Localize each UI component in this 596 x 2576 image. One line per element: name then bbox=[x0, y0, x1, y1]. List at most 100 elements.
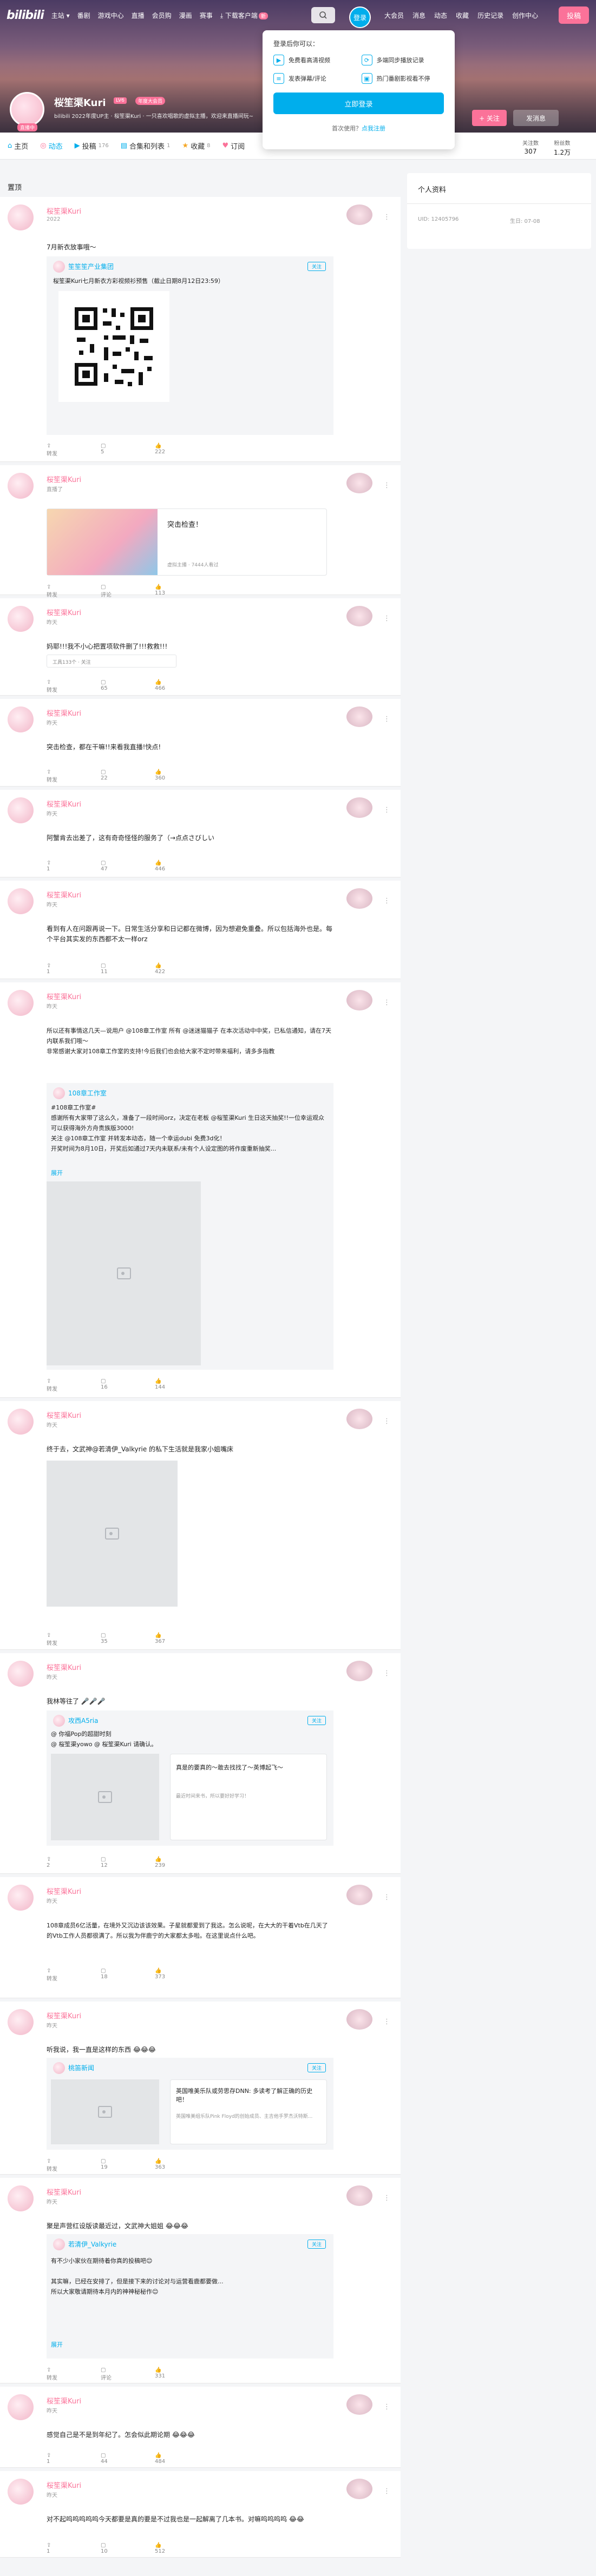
avatar[interactable] bbox=[8, 706, 34, 732]
like-button[interactable]: 👍 144 bbox=[155, 1378, 209, 1392]
post-author[interactable]: 桜笙渠Kuri bbox=[47, 1662, 81, 1672]
tab-collection[interactable]: ▤ 合集和列表 1 bbox=[121, 141, 171, 151]
share-button[interactable]: ⇪ 转发 bbox=[47, 1378, 101, 1392]
avatar[interactable] bbox=[8, 2394, 34, 2420]
follow-tag[interactable]: 关注 bbox=[307, 2063, 326, 2072]
login-now-button[interactable]: 立即登录 bbox=[273, 93, 444, 114]
like-button[interactable]: 👍 446 bbox=[155, 860, 209, 872]
register-link[interactable]: 点我注册 bbox=[362, 125, 385, 132]
nav-main[interactable]: 主站 ▾ bbox=[51, 11, 70, 20]
follow-tag[interactable]: 关注 bbox=[307, 2240, 326, 2249]
post-image[interactable] bbox=[51, 1754, 159, 1840]
avatar[interactable] bbox=[8, 990, 34, 1016]
sub-avatar[interactable] bbox=[53, 261, 65, 273]
post-author[interactable]: 桜笙渠Kuri bbox=[47, 474, 81, 484]
share-button[interactable]: ⇪ 转发 bbox=[47, 679, 101, 693]
more-icon[interactable]: ⋮ bbox=[383, 213, 390, 221]
tab-dynamic[interactable]: ◎ 动态 bbox=[40, 141, 62, 151]
like-button[interactable]: 👍 363 bbox=[155, 2158, 209, 2172]
following-stat[interactable]: 关注数 307 bbox=[522, 138, 539, 157]
avatar[interactable] bbox=[8, 797, 34, 823]
link-card[interactable]: 英国唯美乐队或劳思存DNN: 多读考了解正确的历史吧！ 英国唯美组乐队Pink … bbox=[170, 2079, 327, 2144]
more-icon[interactable]: ⋮ bbox=[383, 1893, 390, 1901]
tab-home[interactable]: ⌂ 主页 bbox=[8, 141, 28, 151]
share-button[interactable]: ⇪ 转发 bbox=[47, 1968, 101, 1982]
like-button[interactable]: 👍 512 bbox=[155, 2542, 209, 2554]
like-button[interactable]: 👍 466 bbox=[155, 679, 209, 693]
sub-author[interactable]: 攻西A5ria bbox=[68, 1716, 98, 1725]
avatar[interactable] bbox=[8, 204, 34, 230]
comment-button[interactable]: ▢ 19 bbox=[101, 2158, 155, 2172]
more-icon[interactable]: ⋮ bbox=[383, 2487, 390, 2495]
follower-stat[interactable]: 粉丝数 1.2万 bbox=[554, 138, 571, 157]
comment-button[interactable]: ▢ 12 bbox=[101, 1857, 155, 1868]
comment-button[interactable]: ▢ 11 bbox=[101, 963, 155, 975]
share-button[interactable]: ⇪ 1 bbox=[47, 860, 101, 872]
like-button[interactable]: 👍 422 bbox=[155, 963, 209, 975]
share-button[interactable]: ⇪ 转发 bbox=[47, 2367, 101, 2381]
share-button[interactable]: ⇪ 1 bbox=[47, 963, 101, 975]
nav-live[interactable]: 直播 bbox=[132, 11, 145, 20]
avatar[interactable] bbox=[8, 606, 34, 632]
post-author[interactable]: 桜笙渠Kuri bbox=[47, 2010, 81, 2020]
nav-download[interactable]: ⤓ 下载客户端新 bbox=[220, 11, 268, 20]
more-icon[interactable]: ⋮ bbox=[383, 806, 390, 814]
share-button[interactable]: ⇪ 转发 bbox=[47, 584, 101, 598]
tab-favorite[interactable]: ★ 收藏 8 bbox=[182, 141, 210, 151]
comment-button[interactable]: ▢ 47 bbox=[101, 860, 155, 872]
tab-upload[interactable]: ▶ 投稿 176 bbox=[75, 141, 109, 151]
more-icon[interactable]: ⋮ bbox=[383, 2194, 390, 2202]
share-button[interactable]: ⇪ 2 bbox=[47, 1857, 101, 1868]
follow-button[interactable]: + 关注 bbox=[472, 110, 507, 126]
link-card[interactable]: 真是的要真的～敢去找找了～英博起飞～ 最近时间来书，所以要好好学习！ bbox=[170, 1754, 327, 1840]
comment-button[interactable]: ▢ 评论 bbox=[101, 2367, 155, 2381]
more-icon[interactable]: ⋮ bbox=[383, 715, 390, 723]
like-button[interactable]: 👍 367 bbox=[155, 1633, 209, 1647]
post-image[interactable] bbox=[51, 2079, 159, 2144]
sub-author[interactable]: 笙笙笙产业集团 bbox=[68, 262, 114, 271]
post-author[interactable]: 桜笙渠Kuri bbox=[47, 708, 81, 718]
share-button[interactable]: ⇪ 转发 bbox=[47, 443, 101, 457]
sub-avatar[interactable] bbox=[53, 1715, 65, 1727]
post-author[interactable]: 桜笙渠Kuri bbox=[47, 2395, 81, 2406]
message-button[interactable]: 发消息 bbox=[513, 110, 559, 126]
sub-author[interactable]: 若清伊_Valkyrie bbox=[68, 2240, 116, 2249]
post-image[interactable] bbox=[47, 1461, 178, 1607]
like-button[interactable]: 👍 239 bbox=[155, 1857, 209, 1868]
avatar[interactable] bbox=[8, 2009, 34, 2035]
avatar[interactable] bbox=[8, 1885, 34, 1911]
more-icon[interactable]: ⋮ bbox=[383, 1417, 390, 1425]
live-badge[interactable]: 直播中 bbox=[17, 123, 38, 131]
more-icon[interactable]: ⋮ bbox=[383, 2018, 390, 2026]
sub-author[interactable]: 108章工作室 bbox=[68, 1088, 107, 1098]
post-image[interactable] bbox=[47, 1181, 201, 1365]
share-button[interactable]: ⇪ 1 bbox=[47, 2453, 101, 2465]
comment-button[interactable]: ▢ 16 bbox=[101, 1378, 155, 1392]
more-icon[interactable]: ⋮ bbox=[383, 897, 390, 905]
avatar[interactable] bbox=[8, 888, 34, 914]
avatar[interactable] bbox=[8, 1409, 34, 1435]
attachment-chip[interactable]: 工具133个 · 关注 bbox=[47, 655, 176, 668]
share-button[interactable]: ⇪ 转发 bbox=[47, 1633, 101, 1647]
like-button[interactable]: 👍 484 bbox=[155, 2453, 209, 2465]
comment-button[interactable]: ▢ 65 bbox=[101, 679, 155, 693]
sub-avatar[interactable] bbox=[53, 2062, 65, 2074]
tab-subscribe[interactable]: ♥ 订阅 bbox=[222, 141, 245, 151]
nav-shop[interactable]: 会员购 bbox=[152, 11, 172, 20]
follow-tag[interactable]: 关注 bbox=[307, 1716, 326, 1725]
profile-avatar[interactable] bbox=[10, 92, 44, 127]
expand-link[interactable]: 展开 bbox=[51, 1168, 63, 1177]
avatar[interactable] bbox=[8, 1661, 34, 1687]
share-button[interactable]: ⇪ 转发 bbox=[47, 769, 101, 783]
post-author[interactable]: 桜笙渠Kuri bbox=[47, 1410, 81, 1420]
avatar[interactable] bbox=[8, 2185, 34, 2211]
comment-button[interactable]: ▢ 18 bbox=[101, 1968, 155, 1982]
comment-button[interactable]: ▢ 评论 bbox=[101, 584, 155, 598]
comment-button[interactable]: ▢ 10 bbox=[101, 2542, 155, 2554]
bilibili-logo[interactable]: bilibili bbox=[6, 9, 44, 22]
more-icon[interactable]: ⋮ bbox=[383, 481, 390, 490]
follow-tag[interactable]: 关注 bbox=[307, 262, 326, 271]
expand-link[interactable]: 展开 bbox=[51, 2340, 63, 2349]
nav-game[interactable]: 游戏中心 bbox=[98, 11, 124, 20]
more-icon[interactable]: ⋮ bbox=[383, 1669, 390, 1677]
